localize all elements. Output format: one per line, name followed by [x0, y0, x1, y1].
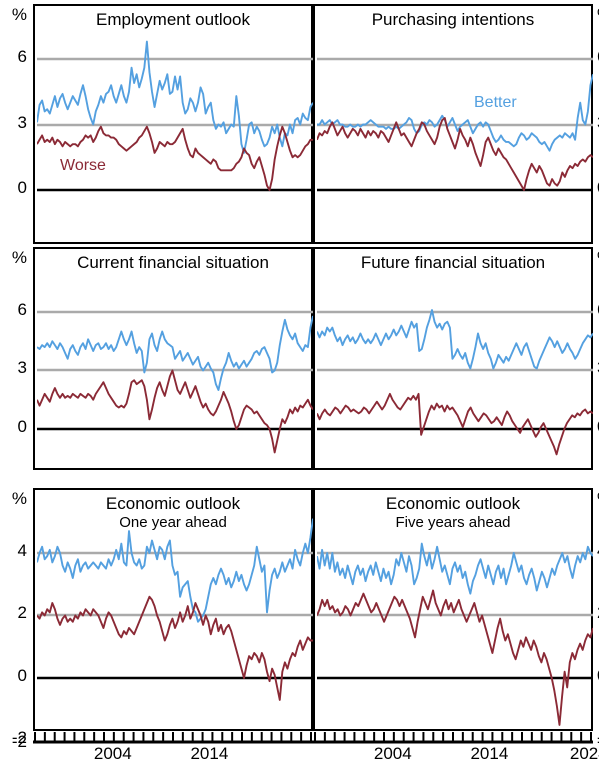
plot-area-4 — [317, 309, 593, 456]
y-tick-label: 0 — [17, 417, 27, 436]
series-line-better — [317, 309, 593, 370]
y-tick-label: 4 — [17, 541, 27, 560]
y-axis-unit-label: % — [11, 489, 27, 508]
series-line-worse — [317, 589, 593, 726]
y-axis-unit-label: % — [11, 5, 27, 24]
y-tick-label: 3 — [17, 113, 27, 132]
x-axis-year-label: 2004 — [93, 744, 132, 763]
panel-title-3: Current financial situation — [77, 253, 269, 272]
series-line-worse — [317, 116, 593, 191]
plot-panel-4 — [313, 247, 593, 470]
x-axis-ticks-1 — [33, 732, 313, 744]
y-tick-label: 2 — [17, 603, 27, 622]
x-axis-baseline-value-label: -2 — [11, 732, 27, 751]
plot-panel-1 — [33, 4, 313, 244]
series-line-worse — [37, 595, 313, 701]
chart-figure: Employment outlook 6 3 0% Purchasing intenti… — [0, 0, 599, 768]
panel-subtitle-6: Five years ahead — [395, 514, 511, 531]
x-axis-year-label: 2004 — [373, 744, 412, 763]
y-tick-label: 3 — [17, 358, 27, 377]
y-axis-unit-label: % — [11, 248, 27, 267]
panel-title-2: Purchasing intentions — [371, 10, 535, 29]
series-line-worse — [317, 392, 593, 456]
series-line-better — [317, 542, 593, 595]
plot-area-3 — [37, 310, 313, 454]
panel-title-4: Future financial situation — [360, 253, 546, 272]
x-axis-ticks-2 — [313, 732, 593, 744]
y-tick-label: 6 — [17, 300, 27, 319]
plot-panel-2 — [313, 4, 593, 244]
series-line-better — [317, 74, 593, 152]
y-tick-label: 0 — [17, 666, 27, 685]
panel-subtitle-5: One year ahead — [119, 514, 227, 531]
panel-title-6: Economic outlook — [385, 494, 521, 513]
plot-area-2 — [317, 57, 593, 192]
plot-area-1 — [37, 40, 313, 192]
series-line-better — [37, 518, 313, 623]
panel-title-1: Employment outlook — [95, 10, 251, 29]
series-line-worse — [37, 369, 313, 454]
x-axis-year-label: 2024 — [569, 744, 599, 763]
y-tick-label: 6 — [17, 47, 27, 66]
y-tick-label: 0 — [17, 178, 27, 197]
series-label-better: Better — [474, 94, 517, 111]
x-axis-year-label: 2014 — [470, 744, 509, 763]
series-label-worse: Worse — [60, 157, 106, 174]
panel-title-5: Economic outlook — [105, 494, 241, 513]
x-axis-year-label: 2014 — [190, 744, 229, 763]
plot-panel-3 — [33, 247, 313, 470]
